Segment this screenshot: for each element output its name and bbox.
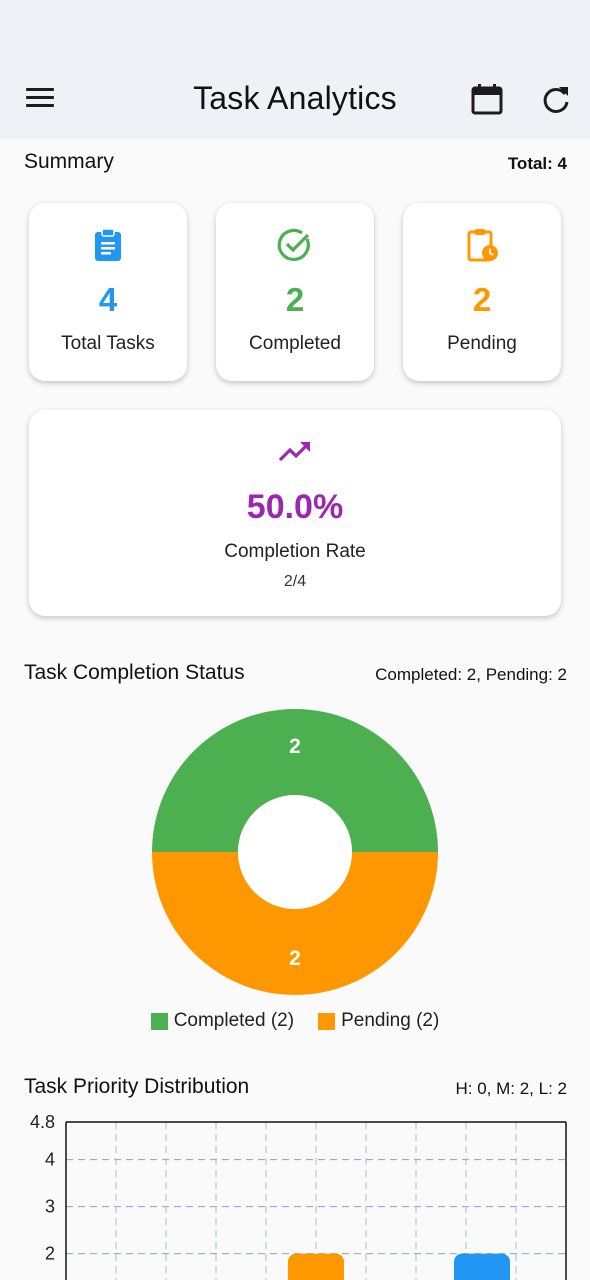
status-section-title: Task Completion Status <box>24 661 245 684</box>
total-tasks-card[interactable]: 4 Total Tasks <box>29 203 187 381</box>
refresh-icon[interactable] <box>540 84 572 116</box>
y-tick-label: 4 <box>45 1150 55 1170</box>
legend-label-pending: Pending (2) <box>341 1010 440 1031</box>
priority-section-title: Task Priority Distribution <box>24 1075 250 1098</box>
y-tick-label: 2 <box>45 1244 55 1264</box>
completed-label: Completed <box>249 333 341 354</box>
legend-item-pending: Pending (2) <box>318 1010 439 1032</box>
app-bar: Task Analytics <box>0 0 590 139</box>
legend-item-completed: Completed (2) <box>150 1010 295 1032</box>
trending-up-icon <box>278 442 310 462</box>
pending-label: Pending <box>447 333 517 354</box>
legend-label-completed: Completed (2) <box>173 1010 295 1031</box>
priority-bar-chart: 4.8 4 3 2 <box>30 1112 567 1280</box>
pending-card[interactable]: 2 Pending <box>403 203 561 381</box>
priority-section-summary: H: 0, M: 2, L: 2 <box>455 1079 568 1098</box>
pending-clipboard-icon <box>467 229 498 262</box>
completion-donut-chart: 22 <box>152 709 438 995</box>
calendar-icon[interactable] <box>470 82 504 116</box>
donut-label-completed: 2 <box>289 735 301 758</box>
y-tick-label: 4.8 <box>30 1112 55 1132</box>
completed-value: 2 <box>285 281 305 318</box>
pending-value: 2 <box>472 281 492 318</box>
donut-hole <box>238 795 352 909</box>
summary-title: Summary <box>24 150 114 173</box>
completion-rate-fraction: 2/4 <box>283 573 307 590</box>
status-section-summary: Completed: 2, Pending: 2 <box>375 665 567 684</box>
completion-rate-card[interactable]: 50.0% Completion Rate 2/4 <box>29 410 561 616</box>
completed-card[interactable]: 2 Completed <box>216 203 374 381</box>
completion-rate-label: Completion Rate <box>224 541 366 562</box>
legend-swatch-pending <box>318 1012 336 1030</box>
donut-legend: Completed (2) Pending (2) <box>0 1010 590 1032</box>
clipboard-icon <box>95 228 121 261</box>
total-tasks-label: Total Tasks <box>61 333 155 354</box>
summary-total: Total: 4 <box>507 154 567 173</box>
bar-medium <box>288 1253 344 1280</box>
bar-low <box>454 1253 510 1280</box>
completion-rate-value: 50.0% <box>246 488 344 526</box>
donut-label-pending: 2 <box>289 947 301 970</box>
check-circle-icon <box>277 228 310 261</box>
total-tasks-value: 4 <box>98 281 118 318</box>
y-tick-label: 3 <box>45 1197 55 1217</box>
legend-swatch-completed <box>150 1012 168 1030</box>
